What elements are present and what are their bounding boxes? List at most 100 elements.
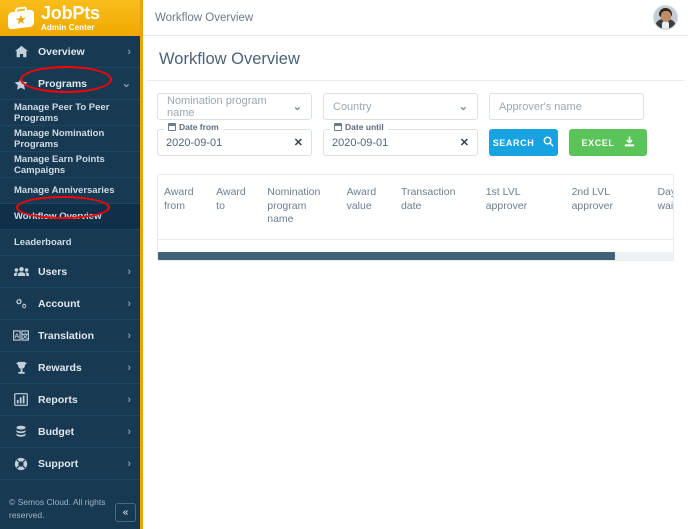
calendar-icon	[334, 123, 342, 131]
page-content: Workflow Overview Nomination program nam…	[143, 36, 688, 529]
date-from-label: Date from	[179, 122, 219, 132]
workflow-table: Award from Award to Nomination program n…	[157, 174, 674, 262]
topbar: Workflow Overview	[143, 0, 688, 36]
bar-chart-icon	[11, 393, 31, 406]
breadcrumb: Workflow Overview	[155, 11, 254, 24]
date-until-label: Date until	[345, 122, 384, 132]
sidebar-item-label: Overview	[38, 45, 85, 58]
country-select[interactable]: Country ⌄	[323, 93, 478, 120]
column-header-1st-lvl-approver[interactable]: 1st LVL approver	[479, 175, 566, 240]
date-from-input[interactable]: Date from 2020-09-01 ✕	[157, 122, 312, 156]
filter-panel: Nomination program name ⌄ Country ⌄ Appr…	[143, 81, 688, 164]
table-empty-row	[158, 239, 673, 252]
copyright-text: © Semos Cloud. All rights reserved.	[9, 497, 106, 520]
approver-name-input[interactable]: Approver's name	[489, 93, 644, 120]
column-header-nomination-program-name[interactable]: Nomination program name	[261, 175, 341, 240]
sidebar-item-account[interactable]: Account ›	[0, 288, 140, 320]
chevron-right-icon: ›	[127, 297, 131, 310]
star-icon	[11, 77, 31, 91]
scrollbar-thumb[interactable]	[158, 252, 615, 261]
column-header-days-waiting[interactable]: Days waiting	[651, 175, 673, 240]
sidebar-item-overview[interactable]: Overview ›	[0, 36, 140, 68]
search-button[interactable]: SEARCH	[489, 129, 558, 156]
sidebar-item-label: Rewards	[38, 361, 82, 374]
sidebar-collapse-button[interactable]: «	[115, 503, 136, 522]
column-header-award-from[interactable]: Award from	[158, 175, 211, 240]
clear-icon[interactable]: ✕	[294, 136, 303, 149]
avatar[interactable]	[653, 5, 678, 30]
briefcase-star-icon: ★	[8, 6, 34, 30]
sidebar-item-label: Users	[38, 265, 68, 278]
sidebar-subitem-label: Manage Peer To Peer Programs	[14, 101, 110, 124]
sidebar-item-budget[interactable]: Budget ›	[0, 416, 140, 448]
sidebar-subitem-label: Workflow Overview	[14, 211, 102, 222]
sidebar-item-label: Programs	[38, 77, 88, 90]
sidebar-item-programs[interactable]: Programs ⌄	[0, 68, 140, 100]
workflow-table-head: Award from Award to Nomination program n…	[158, 175, 673, 240]
excel-export-button[interactable]: EXCEL	[569, 129, 647, 156]
country-select-value: Country	[333, 100, 372, 113]
sidebar-item-label: Translation	[38, 329, 95, 342]
excel-button-label: EXCEL	[581, 137, 615, 148]
sidebar-item-label: Support	[38, 457, 79, 470]
workflow-table-grid: Award from Award to Nomination program n…	[158, 175, 673, 252]
sidebar-item-reports[interactable]: Reports ›	[0, 384, 140, 416]
sidebar-item-label: Reports	[38, 393, 78, 406]
chevron-right-icon: ›	[127, 329, 131, 342]
date-from-label-group: Date from	[164, 122, 223, 132]
chevron-down-icon: ⌄	[458, 101, 468, 113]
chevron-right-icon: ›	[127, 45, 131, 58]
home-icon	[11, 45, 31, 58]
brand-text: JobPts Admin Center	[41, 4, 100, 32]
horizontal-scrollbar[interactable]	[158, 252, 673, 261]
gears-icon	[11, 297, 31, 311]
date-from-value: 2020-09-01	[166, 136, 223, 149]
chevron-right-icon: ›	[127, 393, 131, 406]
sidebar-subitem-manage-peer-to-peer-programs[interactable]: Manage Peer To Peer Programs	[0, 100, 140, 126]
calendar-icon	[168, 123, 176, 131]
table-header-row: Award from Award to Nomination program n…	[158, 175, 673, 240]
sidebar: ★ JobPts Admin Center Overview › Program…	[0, 0, 143, 529]
search-button-label: SEARCH	[492, 137, 535, 148]
column-header-2nd-lvl-approver[interactable]: 2nd LVL approver	[565, 175, 652, 240]
download-icon	[624, 136, 635, 149]
nomination-program-select-value: Nomination program name	[167, 94, 267, 119]
brand-header[interactable]: ★ JobPts Admin Center	[0, 0, 140, 36]
nomination-program-select[interactable]: Nomination program name ⌄	[157, 93, 312, 120]
sidebar-subitem-manage-anniversaries[interactable]: Manage Anniversaries	[0, 178, 140, 204]
lifebuoy-icon	[11, 457, 31, 471]
sidebar-subitem-label: Manage Nomination Programs	[14, 127, 105, 150]
chevron-right-icon: ›	[127, 425, 131, 438]
date-until-label-group: Date until	[330, 122, 388, 132]
sidebar-item-rewards[interactable]: Rewards ›	[0, 352, 140, 384]
app-root: ★ JobPts Admin Center Overview › Program…	[0, 0, 688, 529]
sidebar-item-support[interactable]: Support ›	[0, 448, 140, 480]
sidebar-subitem-manage-nomination-programs[interactable]: Manage Nomination Programs	[0, 126, 140, 152]
filter-row-1: Nomination program name ⌄ Country ⌄ Appr…	[157, 93, 674, 120]
date-until-value: 2020-09-01	[332, 136, 389, 149]
magnifier-icon	[543, 136, 555, 149]
sidebar-subitem-workflow-overview[interactable]: Workflow Overview	[0, 204, 140, 230]
sidebar-subitem-label: Manage Earn Points Campaigns	[14, 153, 105, 176]
sidebar-subitem-manage-earn-points-campaigns[interactable]: Manage Earn Points Campaigns	[0, 152, 140, 178]
double-chevron-left-icon: «	[122, 507, 129, 518]
sidebar-item-translation[interactable]: A 文 Translation ›	[0, 320, 140, 352]
sidebar-nav: Overview › Programs ⌄ Manage Peer To Pee…	[0, 36, 140, 512]
column-header-transaction-date[interactable]: Transaction date	[394, 175, 480, 240]
svg-text:A: A	[15, 333, 20, 340]
users-icon	[11, 265, 31, 278]
filter-row-2: Date from 2020-09-01 ✕ Date until 2020-0…	[157, 122, 674, 156]
main-area: Workflow Overview Workflow Overview Nomi…	[143, 0, 688, 529]
translate-icon: A 文	[11, 330, 31, 341]
page-title: Workflow Overview	[159, 50, 300, 68]
date-until-input[interactable]: Date until 2020-09-01 ✕	[323, 122, 478, 156]
sidebar-item-users[interactable]: Users ›	[0, 256, 140, 288]
column-header-award-to[interactable]: Award to	[210, 175, 262, 240]
clear-icon[interactable]: ✕	[460, 136, 469, 149]
column-header-award-value[interactable]: Award value	[340, 175, 395, 240]
svg-text:文: 文	[22, 331, 29, 340]
page-header: Workflow Overview	[147, 36, 684, 81]
coins-icon	[11, 425, 31, 439]
sidebar-subitem-label: Leaderboard	[14, 237, 72, 248]
sidebar-subitem-leaderboard[interactable]: Leaderboard	[0, 230, 140, 256]
